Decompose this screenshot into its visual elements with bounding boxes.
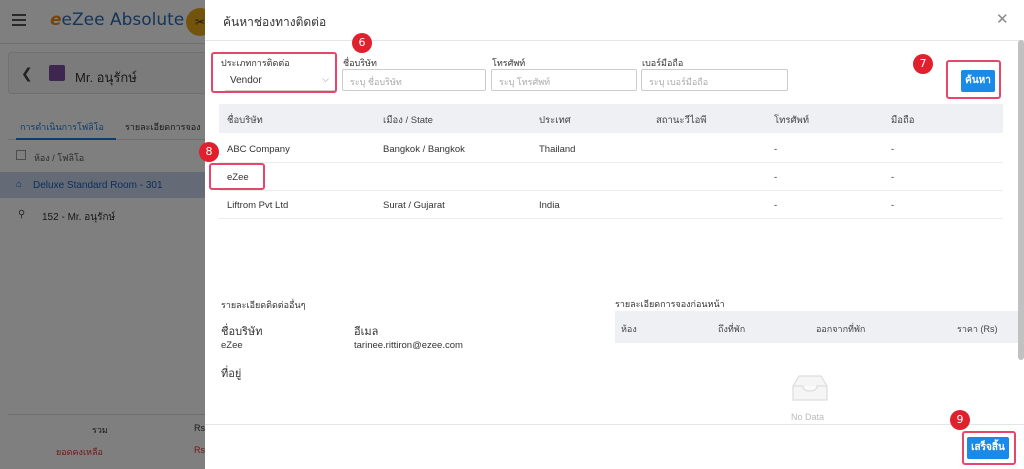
detail-email-value: tarinee.rittiron@ezee.com xyxy=(354,340,463,351)
col-country: ประเทศ xyxy=(539,115,571,126)
table-row[interactable]: Liftrom Pvt Ltd Surat / Gujarat India - … xyxy=(219,191,1003,219)
results-table-header: ชื่อบริษัท เมือง / State ประเทศ สถานะวีไ… xyxy=(219,104,1003,133)
col-city-state: เมือง / State xyxy=(383,115,433,126)
highlight-contact-type xyxy=(211,52,337,93)
phone-input[interactable]: ระบุ โทรศัพท์ xyxy=(491,69,637,91)
detail-company-label: ชื่อบริษัท xyxy=(221,326,263,338)
company-input[interactable]: ระบุ ชื่อบริษัท xyxy=(342,69,486,91)
other-details-title: รายละเอียดติดต่ออื่นๆ xyxy=(221,300,306,310)
col-arrival: ถึงที่พัก xyxy=(718,324,746,334)
step-badge-8: 8 xyxy=(199,142,219,162)
cell-city-state: Bangkok / Bangkok xyxy=(383,144,465,155)
cell-mobile: - xyxy=(891,200,895,211)
modal-title: ค้นหาช่องทางติดต่อ xyxy=(223,15,327,29)
col-company: ชื่อบริษัท xyxy=(227,115,263,126)
cell-company: ABC Company xyxy=(227,144,290,155)
close-icon[interactable]: ✕ xyxy=(996,10,1009,28)
cell-company: Liftrom Pvt Ltd xyxy=(227,200,289,211)
step-badge-9: 9 xyxy=(950,410,970,430)
col-rate: ราคา (Rs) xyxy=(957,324,998,334)
cell-mobile: - xyxy=(891,144,895,155)
table-row[interactable]: ABC Company Bangkok / Bangkok Thailand -… xyxy=(219,135,1003,163)
step-badge-7: 7 xyxy=(913,54,933,74)
detail-address-label: ที่อยู่ xyxy=(221,368,242,380)
scrollbar[interactable] xyxy=(1018,40,1024,360)
divider xyxy=(205,40,1024,41)
empty-inbox-icon xyxy=(792,375,828,401)
cell-country: India xyxy=(539,200,560,211)
detail-email-label: อีเมล xyxy=(354,326,379,338)
cell-phone: - xyxy=(774,144,778,155)
mobile-label: เบอร์มือถือ xyxy=(642,58,684,68)
cell-city-state: Surat / Gujarat xyxy=(383,200,445,211)
step-badge-6: 6 xyxy=(352,33,372,53)
booking-table-header: ห้อง ถึงที่พัก ออกจากที่พัก ราคา (Rs) xyxy=(615,311,1024,343)
highlight-search-button xyxy=(946,60,1001,99)
col-departure: ออกจากที่พัก xyxy=(816,324,866,334)
phone-label: โทรศัพท์ xyxy=(492,58,526,68)
detail-company-value: eZee xyxy=(221,340,243,351)
footer-divider xyxy=(205,424,1024,425)
booking-details-title: รายละเอียดการจองก่อนหน้า xyxy=(615,299,725,309)
col-vip-status: สถานะวีไอพี xyxy=(656,115,707,126)
no-data-text: No Data xyxy=(791,412,825,422)
cell-phone: - xyxy=(774,172,778,183)
col-mobile: มือถือ xyxy=(891,115,915,126)
highlight-finish-button xyxy=(962,431,1016,465)
cell-country: Thailand xyxy=(539,144,576,155)
col-phone: โทรศัพท์ xyxy=(774,115,810,126)
company-label: ชื่อบริษัท xyxy=(343,58,377,68)
col-room: ห้อง xyxy=(621,324,637,334)
cell-phone: - xyxy=(774,200,778,211)
mobile-input[interactable]: ระบุ เบอร์มือถือ xyxy=(641,69,788,91)
cell-mobile: - xyxy=(891,172,895,183)
highlight-ezee-row xyxy=(209,163,265,190)
table-row[interactable]: eZee - - xyxy=(219,163,1003,191)
